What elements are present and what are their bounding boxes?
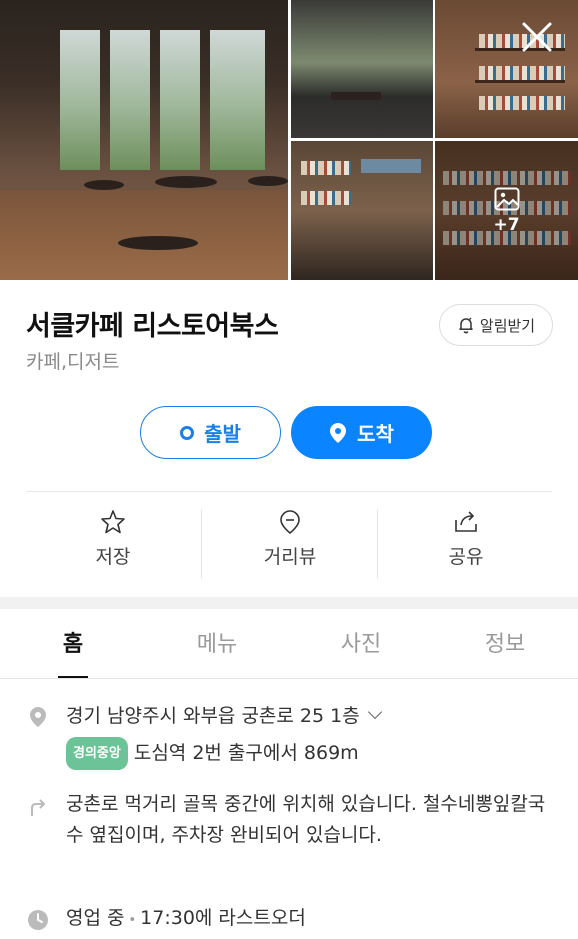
hours-detail: 17:30에 라스트오더 xyxy=(140,907,306,929)
save-button[interactable]: 저장 xyxy=(25,508,201,578)
image-icon xyxy=(494,187,519,210)
bell-icon xyxy=(459,317,473,334)
hours-separator: • xyxy=(128,913,137,928)
share-icon xyxy=(455,511,477,532)
depart-button[interactable]: 출발 xyxy=(140,406,281,459)
star-icon xyxy=(101,510,125,534)
save-label: 저장 xyxy=(95,546,131,568)
clock-icon xyxy=(28,910,48,930)
books-decor xyxy=(301,161,351,175)
origin-dot-icon xyxy=(180,425,195,440)
tab-photos[interactable]: 사진 xyxy=(316,626,406,658)
streetview-label: 거리뷰 xyxy=(263,546,317,568)
more-photos-count: +7 xyxy=(493,214,520,235)
window-decor xyxy=(160,30,200,170)
photo-gallery: +7 xyxy=(0,0,578,280)
window-decor xyxy=(110,30,150,170)
shelf-decor xyxy=(475,80,565,83)
map-pin-outline-icon xyxy=(280,510,300,535)
window-decor xyxy=(210,30,265,170)
streetview-button[interactable]: 거리뷰 xyxy=(202,508,378,578)
place-name: 서클카페 리스토어북스 xyxy=(26,311,279,342)
alert-button[interactable]: 알림받기 xyxy=(439,304,553,346)
close-icon[interactable] xyxy=(518,18,556,56)
chevron-down-icon[interactable] xyxy=(367,704,382,720)
alert-label: 알림받기 xyxy=(479,316,536,335)
arrive-label: 도착 xyxy=(357,422,394,446)
tab-menu[interactable]: 메뉴 xyxy=(172,626,262,658)
address-text: 경기 남양주시 와부읍 궁촌로 25 1층 xyxy=(66,705,360,727)
thumbnail-photo[interactable] xyxy=(291,141,433,280)
counter-decor xyxy=(361,159,421,173)
divider xyxy=(26,491,552,492)
books-decor xyxy=(301,191,351,205)
address-row[interactable]: 경기 남양주시 와부읍 궁촌로 25 1층 xyxy=(66,701,382,732)
thumbnail-photo[interactable] xyxy=(435,0,578,138)
location-pin-icon xyxy=(330,422,347,443)
subway-text: 도심역 2번 출구에서 869m xyxy=(133,742,359,764)
window-decor xyxy=(60,30,100,170)
turn-right-arrow-icon xyxy=(31,799,45,816)
hours-row[interactable]: 영업 중 • 17:30에 라스트오더 xyxy=(66,903,306,936)
thumbnail-photo[interactable] xyxy=(291,0,433,138)
depart-label: 출발 xyxy=(204,422,241,446)
section-divider xyxy=(0,597,578,609)
more-photos-button[interactable]: +7 xyxy=(435,141,578,280)
place-category: 카페,디저트 xyxy=(26,351,120,373)
directions-text: 궁촌로 먹거리 골목 중간에 위치해 있습니다. 철수네뽕잎칼국수 옆집이며, … xyxy=(66,793,546,846)
books-decor xyxy=(479,66,565,80)
table-decor xyxy=(331,92,381,100)
location-pin-icon xyxy=(30,707,46,727)
subway-line-badge: 경의중앙 xyxy=(66,737,128,770)
arrive-button[interactable]: 도착 xyxy=(291,406,432,459)
books-decor xyxy=(479,96,565,110)
share-label: 공유 xyxy=(448,546,484,568)
share-button[interactable]: 공유 xyxy=(378,508,554,578)
tab-info[interactable]: 정보 xyxy=(460,626,550,658)
subway-row: 경의중앙 도심역 2번 출구에서 869m xyxy=(66,737,359,770)
table-decor xyxy=(155,176,217,188)
table-decor xyxy=(248,176,288,186)
main-photo[interactable] xyxy=(0,0,288,280)
hours-status: 영업 중 xyxy=(66,907,125,929)
divider xyxy=(0,678,578,679)
tab-home[interactable]: 홈 xyxy=(28,626,118,658)
table-decor xyxy=(84,180,124,190)
floor-decor xyxy=(0,190,288,280)
table-decor xyxy=(118,236,198,250)
